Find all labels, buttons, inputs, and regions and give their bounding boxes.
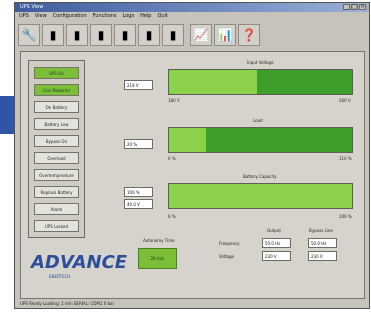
load-max-label: 110 % xyxy=(339,156,352,161)
tool-5-button[interactable]: ▮ xyxy=(138,24,160,46)
wrench-button[interactable]: 🔧 xyxy=(18,24,40,46)
voltage-output-value: 230 V xyxy=(262,251,291,261)
frequency-bypass-value: 50.0 Hz xyxy=(308,238,337,248)
menu-help[interactable]: Help xyxy=(140,12,151,21)
menu-logs[interactable]: Logs xyxy=(123,12,135,21)
tool-2-button[interactable]: ▮ xyxy=(66,24,88,46)
brand-logo-subtitle: ENERTECH xyxy=(49,274,71,279)
ups-icon: ▮ xyxy=(73,28,81,42)
input-voltage-title: Input Voltage xyxy=(247,60,274,65)
battery-capacity-value: 100 % xyxy=(124,187,153,197)
status-overload: Overload xyxy=(34,152,79,164)
load-title: Load xyxy=(253,118,263,123)
main-panel: UPS On Line Powered On Battery Battery L… xyxy=(20,51,365,299)
load-value: 20 % xyxy=(124,139,153,149)
battery-capacity-min-label: 0 % xyxy=(168,214,176,219)
wrench-icon: 🔧 xyxy=(21,28,37,42)
status-alarm: Alarm xyxy=(34,203,79,215)
menu-quit[interactable]: Quit xyxy=(157,12,167,21)
load-min-label: 0 % xyxy=(168,156,176,161)
battery-capacity-title: Battery Capacity xyxy=(243,174,277,179)
status-bar: UPS Ready Loading: 1 min SERIAL: COM1 0 … xyxy=(20,301,115,306)
help-icon: ❓ xyxy=(241,28,257,42)
voltage-bypass-value: 230 V xyxy=(308,251,337,261)
app-window: UPS View _ □ × UPS View Configuration Fu… xyxy=(14,2,370,309)
status-line-powered: Line Powered xyxy=(34,84,79,96)
input-voltage-bar xyxy=(168,69,353,95)
battery-capacity-bar-fill xyxy=(169,184,352,208)
tool-6-button[interactable]: ▮ xyxy=(162,24,184,46)
load-bar xyxy=(168,127,353,153)
menu-configuration[interactable]: Configuration xyxy=(53,12,87,21)
chart-button[interactable]: 📊 xyxy=(214,24,236,46)
chart-icon: 📊 xyxy=(217,28,233,42)
help-button[interactable]: ❓ xyxy=(238,24,260,46)
bypass-col-header: Bypass Line xyxy=(309,228,333,233)
frequency-output-value: 50.0 Hz xyxy=(262,238,291,248)
ups-icon: ▮ xyxy=(145,28,153,42)
input-voltage-min-label: 180 V xyxy=(168,98,180,103)
close-button[interactable]: × xyxy=(359,4,366,10)
status-ups-locked: UPS Locked xyxy=(34,220,79,232)
status-battery-low: Battery Low xyxy=(34,118,79,130)
battery-voltage-value: 40.0 V xyxy=(124,199,153,209)
battery-capacity-bar xyxy=(168,183,353,209)
input-voltage-max-label: 260 V xyxy=(339,98,351,103)
status-on-battery: On Battery xyxy=(34,101,79,113)
status-ups-on: UPS On xyxy=(34,67,79,79)
autonomy-label: Autonomy Time xyxy=(143,238,175,243)
menu-ups[interactable]: UPS xyxy=(19,12,29,21)
voltage-row-label: Voltage xyxy=(219,254,235,259)
graph-icon: 📈 xyxy=(193,28,209,42)
status-replace-battery: Replace Battery xyxy=(34,186,79,198)
status-bypass-on: Bypass On xyxy=(34,135,79,147)
window-controls: _ □ × xyxy=(343,4,366,10)
frequency-row-label: Frequency xyxy=(219,241,240,246)
input-voltage-bar-fill xyxy=(169,70,257,94)
tool-1-button[interactable]: ▮ xyxy=(42,24,64,46)
title-bar: UPS View _ □ × xyxy=(15,3,369,12)
minimize-button[interactable]: _ xyxy=(343,4,350,10)
output-col-header: Output xyxy=(267,228,281,233)
battery-capacity-max-label: 100 % xyxy=(339,214,352,219)
status-overtemperature: Overtemperature xyxy=(34,169,79,181)
load-bar-fill xyxy=(169,128,206,152)
menu-view[interactable]: View xyxy=(35,12,47,21)
side-accent-strip xyxy=(0,96,14,134)
maximize-button[interactable]: □ xyxy=(351,4,358,10)
menu-functions[interactable]: Functions xyxy=(93,12,117,21)
toolbar: 🔧 ▮ ▮ ▮ ▮ ▮ ▮ 📈 📊 ❓ xyxy=(18,22,260,48)
input-voltage-value: 218 V xyxy=(124,80,153,90)
status-list: UPS On Line Powered On Battery Battery L… xyxy=(28,60,85,238)
window-title: UPS View xyxy=(20,4,44,10)
ups-icon: ▮ xyxy=(169,28,177,42)
autonomy-value: 26 min xyxy=(138,248,177,269)
brand-logo: ADVANCE xyxy=(31,252,128,273)
graph-button[interactable]: 📈 xyxy=(190,24,212,46)
tool-3-button[interactable]: ▮ xyxy=(90,24,112,46)
ups-icon: ▮ xyxy=(121,28,129,42)
ups-icon: ▮ xyxy=(49,28,57,42)
ups-icon: ▮ xyxy=(97,28,105,42)
tool-4-button[interactable]: ▮ xyxy=(114,24,136,46)
menu-bar: UPS View Configuration Functions Logs He… xyxy=(15,12,369,21)
